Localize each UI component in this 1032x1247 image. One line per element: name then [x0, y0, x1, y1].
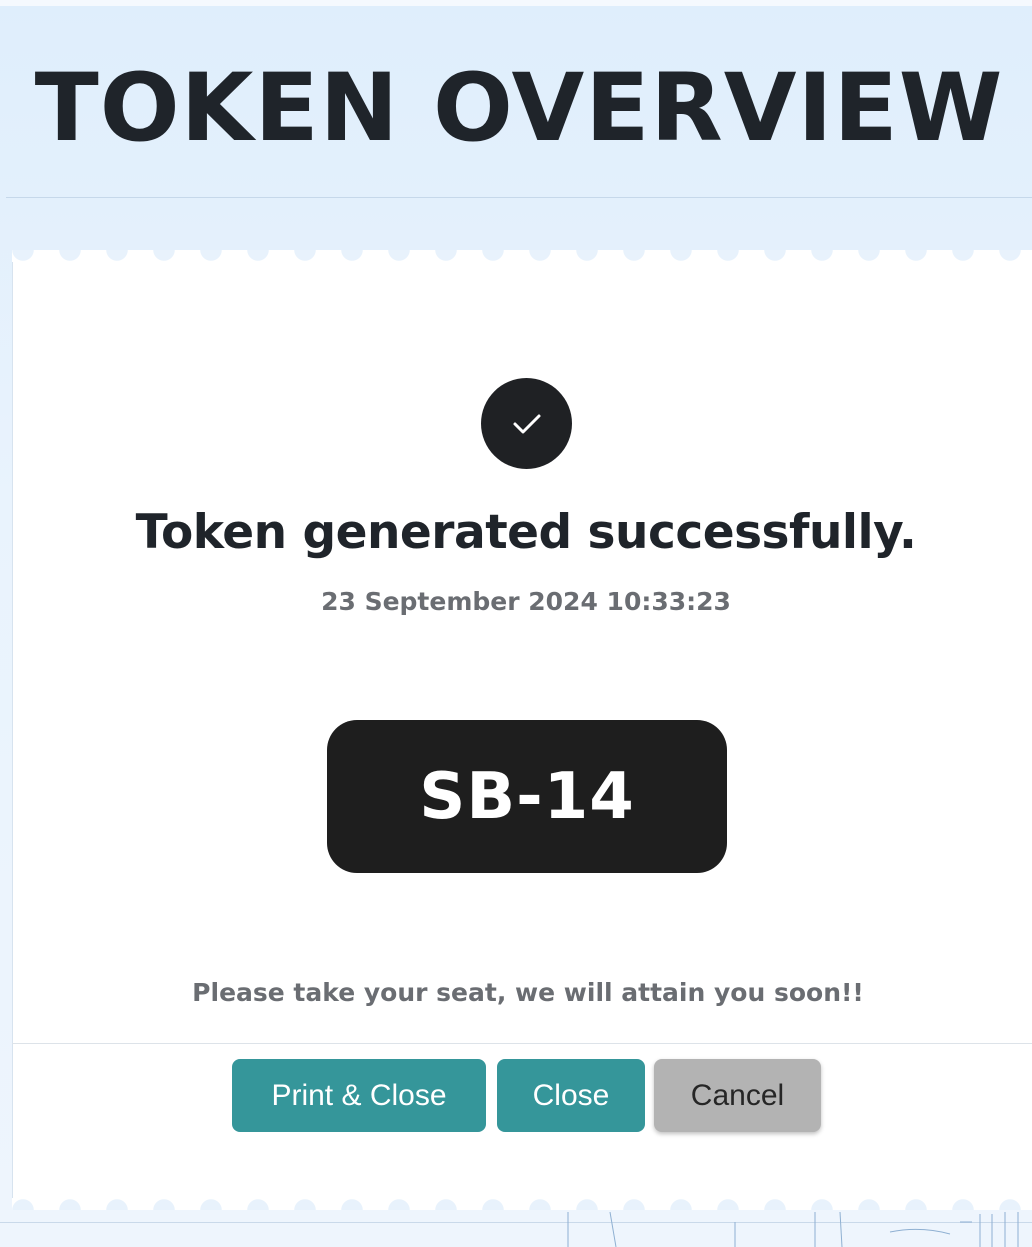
checkmark-icon [513, 414, 540, 433]
page-header: TOKEN OVERVIEW [6, 8, 1032, 198]
ticket-bottom-scallop-edge [12, 1198, 1032, 1210]
page-title: TOKEN OVERVIEW [34, 54, 1004, 163]
check-circle-icon [481, 378, 572, 469]
background-sketch-decoration [567, 1212, 1019, 1247]
token-overview-page: TOKEN OVERVIEW Token generated successfu… [0, 0, 1032, 1247]
token-number-box: SB-14 [327, 720, 727, 873]
footer-divider [12, 1043, 1032, 1044]
close-button[interactable]: Close [497, 1059, 645, 1132]
success-message: Token generated successfully. [135, 505, 917, 560]
print-and-close-button[interactable]: Print & Close [232, 1059, 486, 1132]
cancel-button[interactable]: Cancel [654, 1059, 821, 1132]
ticket-top-scallop-edge [12, 250, 1032, 262]
ticket-left-border [12, 262, 13, 1198]
token-number: SB-14 [419, 759, 635, 834]
seat-instruction-message: Please take your seat, we will attain yo… [192, 978, 864, 1007]
page-top-edge [0, 0, 1032, 6]
token-timestamp: 23 September 2024 10:33:23 [321, 587, 731, 616]
